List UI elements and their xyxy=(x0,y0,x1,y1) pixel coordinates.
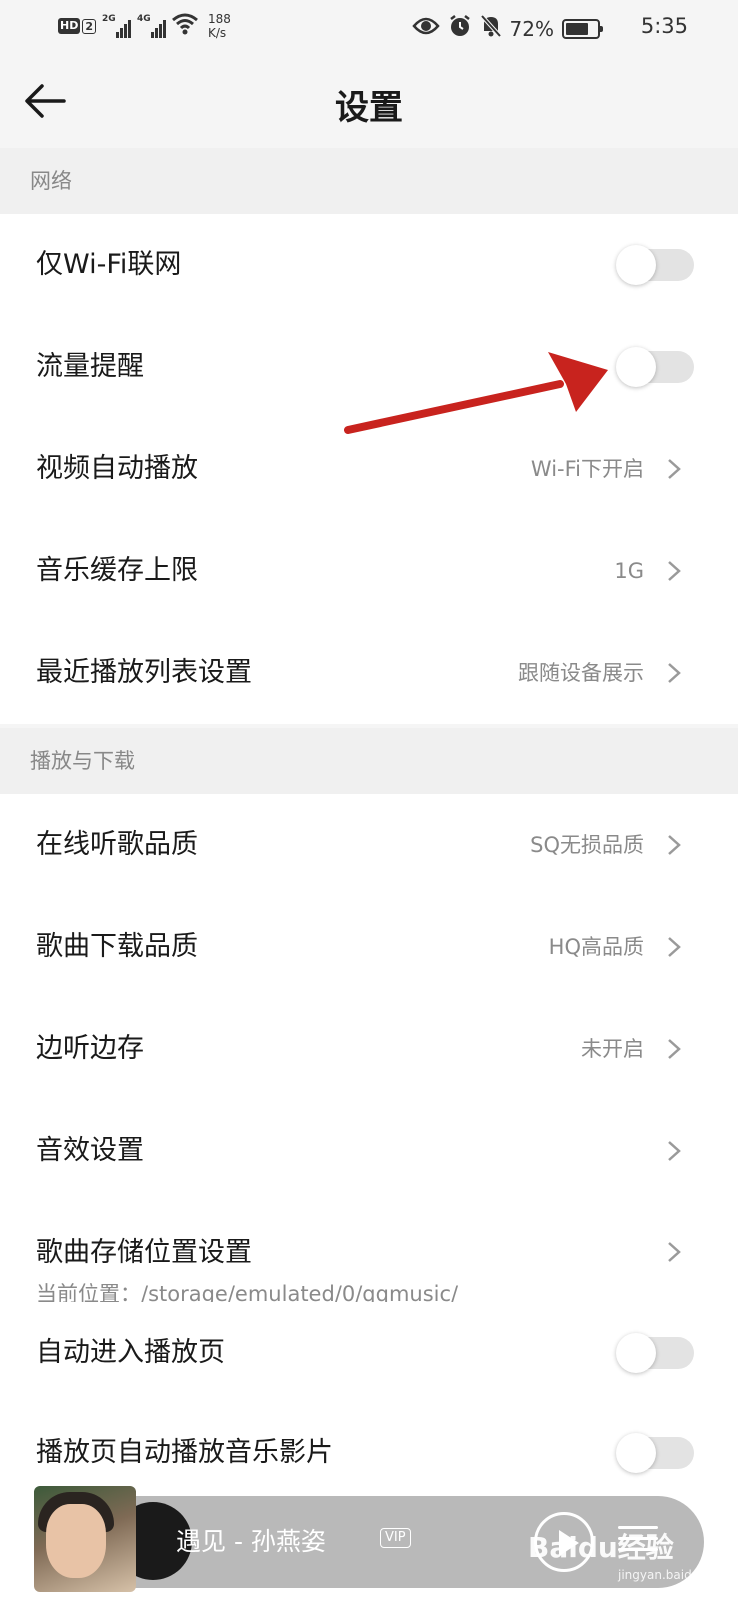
setting-value: 跟随设备展示 xyxy=(518,661,644,685)
hd-indicator: HD 2 xyxy=(58,18,96,34)
setting-value: 1G xyxy=(614,559,644,583)
setting-label: 视频自动播放 xyxy=(36,453,198,484)
bell-off-icon xyxy=(480,14,502,43)
battery-icon xyxy=(562,18,603,39)
setting-label: 自动进入播放页 xyxy=(36,1337,225,1368)
hd-label: HD xyxy=(58,18,81,34)
chevron-right-icon xyxy=(668,1141,681,1161)
setting-value: Wi-Fi下开启 xyxy=(530,457,644,481)
chevron-right-icon xyxy=(668,459,681,479)
setting-label: 音效设置 xyxy=(36,1135,144,1166)
setting-cache-limit[interactable]: 音乐缓存上限 1G xyxy=(0,520,738,622)
setting-label: 最近播放列表设置 xyxy=(36,657,252,688)
chevron-right-icon xyxy=(668,1242,681,1262)
setting-video-autoplay[interactable]: 视频自动播放 Wi-Fi下开启 xyxy=(0,418,738,520)
chevron-right-icon xyxy=(668,937,681,957)
wifi-icon xyxy=(172,13,198,39)
app-header: 设置 xyxy=(0,56,738,148)
setting-label: 歌曲存储位置设置 xyxy=(36,1237,252,1268)
setting-label: 仅Wi-Fi联网 xyxy=(36,249,182,280)
setting-label: 流量提醒 xyxy=(36,351,144,382)
battery-percent: 72% xyxy=(509,16,554,41)
eye-icon xyxy=(411,16,440,41)
vip-badge: VIP xyxy=(380,1528,411,1548)
setting-cache-while-play[interactable]: 边听边存 未开启 xyxy=(0,998,738,1100)
watermark-url: jingyan.baidu.com xyxy=(618,1568,729,1582)
setting-value: HQ高品质 xyxy=(548,935,644,959)
section-header-playback: 播放与下载 xyxy=(0,728,738,794)
sim-index: 2 xyxy=(82,18,96,34)
status-bar: HD 2 2G 4G 188 K/s 72% 5:35 xyxy=(0,0,738,56)
setting-label: 歌曲下载品质 xyxy=(36,931,198,962)
data-reminder-toggle[interactable] xyxy=(616,347,694,387)
setting-data-reminder[interactable]: 流量提醒 xyxy=(0,316,738,418)
setting-value: SQ无损品质 xyxy=(530,833,644,857)
chevron-right-icon xyxy=(668,561,681,581)
album-cover[interactable] xyxy=(34,1486,136,1592)
setting-label: 音乐缓存上限 xyxy=(36,555,198,586)
setting-label: 边听边存 xyxy=(36,1033,144,1064)
setting-sound-effects[interactable]: 音效设置 xyxy=(0,1100,738,1202)
setting-recent-list[interactable]: 最近播放列表设置 跟随设备展示 xyxy=(0,622,738,724)
chevron-right-icon xyxy=(668,1039,681,1059)
watermark-logo: Baidu经验 xyxy=(528,1531,674,1564)
setting-wifi-only[interactable]: 仅Wi-Fi联网 xyxy=(0,214,738,316)
wifi-only-toggle[interactable] xyxy=(616,245,694,285)
setting-value: 未开启 xyxy=(581,1037,644,1061)
song-title[interactable]: 遇见 - 孙燕姿 xyxy=(176,1496,326,1588)
clock: 5:35 xyxy=(640,14,688,38)
setting-download-quality[interactable]: 歌曲下载品质 HQ高品质 xyxy=(0,896,738,998)
alarm-icon xyxy=(448,14,472,43)
network-speed: 188 K/s xyxy=(208,12,231,40)
setting-online-quality[interactable]: 在线听歌品质 SQ无损品质 xyxy=(0,794,738,896)
signal-2g-icon: 2G xyxy=(102,14,131,38)
section-header-network: 网络 xyxy=(0,148,738,214)
setting-storage-location[interactable]: 歌曲存储位置设置 当前位置：/storage/emulated/0/qqmusi… xyxy=(0,1202,738,1306)
auto-play-mv-toggle[interactable] xyxy=(616,1433,694,1473)
auto-player-page-toggle[interactable] xyxy=(616,1333,694,1373)
chevron-right-icon xyxy=(668,663,681,683)
signal-4g-icon: 4G xyxy=(137,14,166,38)
page-title: 设置 xyxy=(335,88,403,128)
setting-label: 在线听歌品质 xyxy=(36,829,198,860)
chevron-right-icon xyxy=(668,835,681,855)
setting-auto-player-page[interactable]: 自动进入播放页 xyxy=(0,1302,738,1402)
